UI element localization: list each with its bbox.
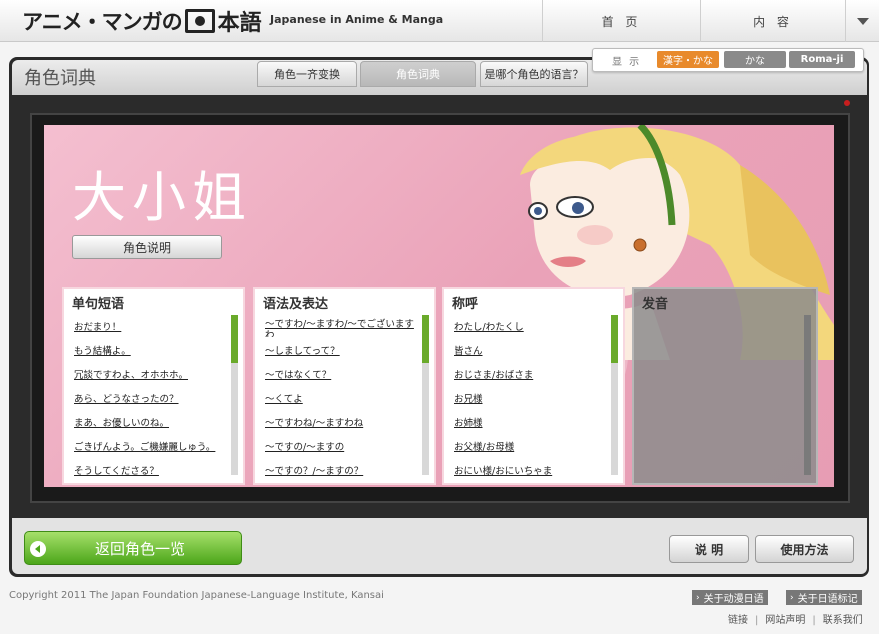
list-item[interactable]: お姉様 — [454, 409, 609, 433]
list-item[interactable]: ～くてよ — [265, 385, 420, 409]
back-to-character-list-button[interactable]: 返回角色一览 — [24, 531, 242, 565]
separator: | — [812, 615, 816, 626]
character-description-button[interactable]: 角色说明 — [72, 235, 222, 259]
back-arrow-icon — [30, 541, 46, 557]
list-item[interactable]: ～ですの/～ますの — [265, 433, 420, 457]
list-item[interactable]: おじさま/おばさま — [454, 361, 609, 385]
list-item[interactable]: お兄様 — [454, 385, 609, 409]
panel-title: 发音 — [642, 297, 669, 312]
about-anime-japanese-label: 关于动漫日语 — [703, 594, 764, 605]
mode-romaji-button[interactable]: Roma-ji — [789, 51, 855, 68]
scrollbar[interactable] — [422, 315, 429, 475]
mode-kana-button[interactable]: かな — [724, 51, 786, 68]
tab-character-switch[interactable]: 角色一齐变换 — [257, 61, 357, 87]
logo-kana: アニメ・マンガの — [22, 10, 183, 34]
list-item[interactable]: ～ですわね/～ますわね — [265, 409, 420, 433]
list-item[interactable]: ～ではなくて？ — [265, 361, 420, 385]
chevron-right-icon: › — [696, 592, 700, 603]
footer-links: 链接 | 网站声明 | 联系我们 — [728, 611, 863, 626]
scrollbar[interactable] — [804, 315, 811, 475]
scrollbar[interactable] — [611, 315, 618, 475]
about-notation-link[interactable]: › 关于日语标记 — [786, 590, 862, 605]
panel-address-terms: 称呼 わたし/わたくし 皆さん おじさま/おばさま お兄様 お姉様 お父様/お母… — [442, 287, 625, 485]
list-item[interactable]: ～しましてって？ — [265, 337, 420, 361]
list-item[interactable]: おにい様/おにいちゃま — [454, 457, 609, 481]
address-list: わたし/わたくし 皆さん おじさま/おばさま お兄様 お姉様 お父様/お母様 お… — [444, 313, 623, 481]
scrollbar[interactable] — [231, 315, 238, 475]
about-anime-japanese-link[interactable]: › 关于动漫日语 — [692, 590, 768, 605]
scrollbar-thumb[interactable] — [231, 315, 238, 363]
panel-title: 语法及表达 — [263, 297, 329, 312]
back-button-label: 返回角色一览 — [95, 539, 186, 558]
chevron-down-icon — [856, 17, 869, 25]
list-item[interactable]: 皆さん — [454, 337, 609, 361]
explain-button[interactable]: 说 明 — [669, 535, 749, 563]
nav-home[interactable]: 首 页 — [542, 0, 700, 42]
list-item[interactable]: ～ですわ/～ますわ/～でございますわ — [265, 313, 420, 337]
panel-pronunciation: 发音 — [632, 287, 818, 485]
page-title: 角色词典 — [24, 68, 96, 89]
list-item[interactable]: お父様/お母様 — [454, 433, 609, 457]
logo-kanji: 本語 — [217, 11, 262, 36]
list-item[interactable]: もう結構よ。 — [74, 337, 229, 361]
panel-title: 称呼 — [452, 297, 479, 312]
copyright-text: Copyright 2011 The Japan Foundation Japa… — [9, 590, 384, 601]
logo-flag-icon — [184, 9, 215, 33]
scrollbar-thumb[interactable] — [422, 315, 429, 363]
list-item[interactable]: 冗談ですわよ、オホホホ。 — [74, 361, 229, 385]
list-item[interactable]: ごきげんよう。ご機嫌麗しゅう。 — [74, 433, 229, 457]
list-item[interactable]: わたし/わたくし — [454, 313, 609, 337]
panel-title: 单句短语 — [72, 297, 125, 312]
phrase-list: おだまり！ もう結構よ。 冗談ですわよ、オホホホ。 あら、どうなさったの？ まあ… — [64, 313, 243, 481]
footer-link-site-policy[interactable]: 网站声明 — [765, 615, 805, 626]
panel-grammar: 语法及表达 ～ですわ/～ますわ/～でございますわ ～しましてって？ ～ではなくて… — [253, 287, 436, 485]
about-notation-label: 关于日语标记 — [797, 594, 858, 605]
display-mode-label: 显 示 — [612, 57, 642, 68]
list-item[interactable]: まあ、お優しいのね。 — [74, 409, 229, 433]
tab-character-dictionary[interactable]: 角色词典 — [360, 61, 476, 87]
list-item[interactable]: あら、どうなさったの？ — [74, 385, 229, 409]
character-name: 大小姐 — [72, 166, 252, 229]
chevron-right-icon: › — [790, 592, 794, 603]
nav-dropdown-button[interactable] — [845, 0, 879, 42]
nav-contents[interactable]: 内 容 — [700, 0, 845, 42]
usage-button[interactable]: 使用方法 — [755, 535, 854, 563]
list-item[interactable]: おだまり！ — [74, 313, 229, 337]
list-item[interactable]: ～ですの？/～ますの？ — [265, 457, 420, 481]
site-logo[interactable]: アニメ・マンガの 本語 — [22, 6, 262, 36]
footer-link-contact[interactable]: 联系我们 — [823, 615, 863, 626]
panel-phrases: 单句短语 おだまり！ もう結構よ。 冗談ですわよ、オホホホ。 あら、どうなさった… — [62, 287, 245, 485]
separator: | — [755, 615, 759, 626]
footer-link-links[interactable]: 链接 — [728, 615, 748, 626]
list-item[interactable]: そうしてくださる？ — [74, 457, 229, 481]
status-indicator — [844, 100, 850, 106]
tab-which-character[interactable]: 是哪个角色的语言？ — [480, 61, 588, 87]
grammar-list: ～ですわ/～ますわ/～でございますわ ～しましてって？ ～ではなくて？ ～くてよ… — [255, 313, 434, 481]
logo-subtitle: Japanese in Anime & Manga — [270, 13, 444, 26]
mode-kanji-kana-button[interactable]: 漢字・かな — [657, 51, 719, 68]
scrollbar-thumb[interactable] — [611, 315, 618, 363]
